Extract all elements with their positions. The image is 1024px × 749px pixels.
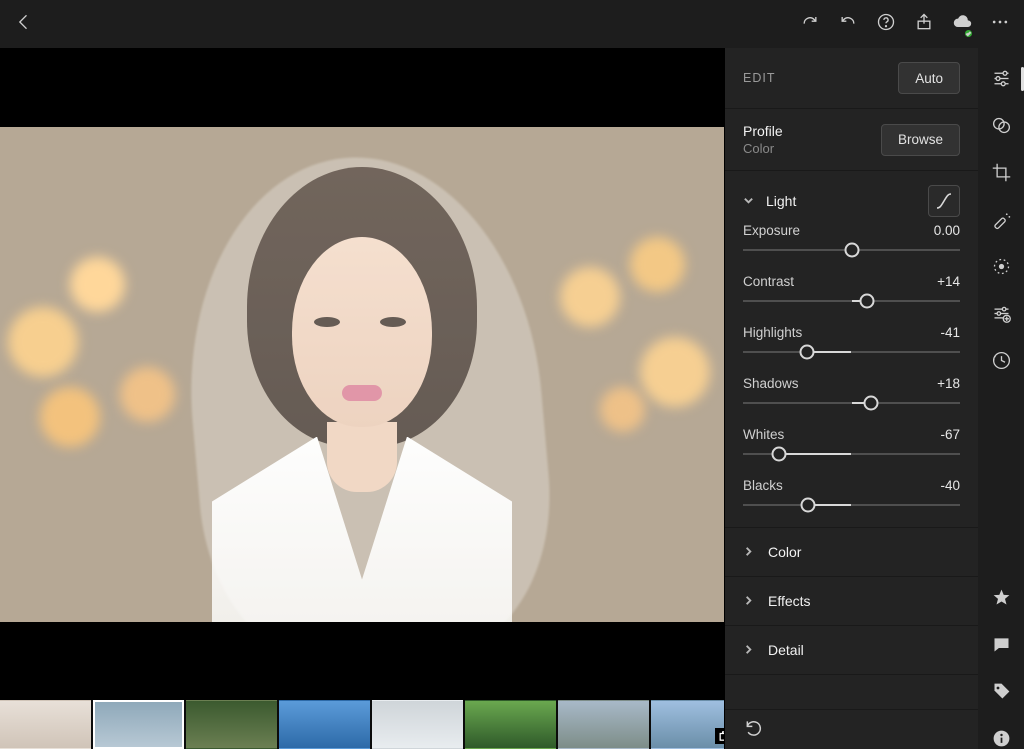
- exposure-knob[interactable]: [844, 243, 859, 258]
- panel-title: EDIT: [743, 71, 775, 85]
- blacks-value: -40: [940, 478, 960, 493]
- comments-tool[interactable]: [978, 634, 1024, 655]
- info-tool[interactable]: [978, 728, 1024, 749]
- contrast-label: Contrast: [743, 274, 794, 289]
- presets-tool[interactable]: [978, 115, 1024, 136]
- profile-value: Color: [743, 141, 783, 156]
- highlights-slider[interactable]: Highlights -41: [743, 325, 960, 360]
- image-canvas[interactable]: [0, 48, 724, 700]
- chevron-down-icon[interactable]: [743, 194, 754, 209]
- effects-label: Effects: [768, 593, 811, 609]
- browse-profile-button[interactable]: Browse: [881, 124, 960, 156]
- shadows-value: +18: [937, 376, 960, 391]
- filmstrip-thumb[interactable]: [372, 700, 463, 749]
- versions-tool[interactable]: [978, 350, 1024, 371]
- blacks-knob[interactable]: [801, 498, 816, 513]
- reset-bar: [725, 709, 978, 749]
- contrast-track[interactable]: [743, 293, 960, 309]
- edit-sliders-tool[interactable]: [978, 68, 1024, 89]
- shadows-slider[interactable]: Shadows +18: [743, 376, 960, 411]
- auto-button[interactable]: Auto: [898, 62, 960, 94]
- blacks-slider[interactable]: Blacks -40: [743, 478, 960, 513]
- share-button[interactable]: [914, 12, 934, 37]
- shadows-label: Shadows: [743, 376, 799, 391]
- effects-section-header[interactable]: Effects: [725, 577, 978, 626]
- edited-photo: [0, 127, 724, 622]
- filmstrip-thumb[interactable]: [558, 700, 649, 749]
- profile-label: Profile: [743, 123, 783, 139]
- exposure-slider[interactable]: Exposure 0.00: [743, 223, 960, 258]
- exposure-value: 0.00: [934, 223, 960, 238]
- light-section: Light Exposure 0.00 Contrast +14 Highlights -…: [725, 171, 978, 528]
- sync-ok-badge: [963, 28, 974, 39]
- rating-tool[interactable]: [978, 587, 1024, 608]
- reset-button[interactable]: [743, 718, 765, 741]
- help-button[interactable]: [876, 12, 896, 37]
- filmstrip-thumb[interactable]: [465, 700, 556, 749]
- highlights-track[interactable]: [743, 344, 960, 360]
- tone-curve-button[interactable]: [928, 185, 960, 217]
- chevron-right-icon: [743, 642, 754, 658]
- exposure-track[interactable]: [743, 242, 960, 258]
- healing-brush-tool[interactable]: [978, 209, 1024, 230]
- filmstrip-thumb[interactable]: [651, 700, 724, 749]
- contrast-knob[interactable]: [859, 294, 874, 309]
- filmstrip[interactable]: [0, 700, 724, 749]
- cloud-sync-button[interactable]: [952, 12, 972, 37]
- crop-tool[interactable]: [978, 162, 1024, 183]
- masking-tool[interactable]: [978, 256, 1024, 277]
- whites-value: -67: [940, 427, 960, 442]
- whites-track[interactable]: [743, 446, 960, 462]
- stack-icon: [715, 728, 724, 744]
- filmstrip-thumb[interactable]: [93, 700, 184, 749]
- blacks-label: Blacks: [743, 478, 783, 493]
- more-button[interactable]: [990, 12, 1010, 37]
- color-section-header[interactable]: Color: [725, 528, 978, 577]
- light-label: Light: [766, 193, 796, 209]
- top-bar: [0, 0, 1024, 48]
- detail-section-header[interactable]: Detail: [725, 626, 978, 675]
- detail-label: Detail: [768, 642, 804, 658]
- edit-panel: EDIT Auto Profile Color Browse Light Exp…: [724, 48, 978, 749]
- whites-label: Whites: [743, 427, 784, 442]
- highlights-label: Highlights: [743, 325, 802, 340]
- contrast-slider[interactable]: Contrast +14: [743, 274, 960, 309]
- back-button[interactable]: [14, 12, 34, 37]
- chevron-right-icon: [743, 593, 754, 609]
- chevron-right-icon: [743, 544, 754, 560]
- color-label: Color: [768, 544, 801, 560]
- filmstrip-thumb[interactable]: [0, 700, 91, 749]
- whites-slider[interactable]: Whites -67: [743, 427, 960, 462]
- redo-button[interactable]: [800, 12, 820, 37]
- selective-edit-tool[interactable]: [978, 303, 1024, 324]
- shadows-track[interactable]: [743, 395, 960, 411]
- blacks-track[interactable]: [743, 497, 960, 513]
- filmstrip-thumb[interactable]: [279, 700, 370, 749]
- tool-rail: [978, 48, 1024, 749]
- exposure-label: Exposure: [743, 223, 800, 238]
- filmstrip-thumb[interactable]: [186, 700, 277, 749]
- whites-knob[interactable]: [771, 447, 786, 462]
- shadows-knob[interactable]: [864, 396, 879, 411]
- contrast-value: +14: [937, 274, 960, 289]
- keywords-tool[interactable]: [978, 681, 1024, 702]
- highlights-value: -41: [940, 325, 960, 340]
- undo-button[interactable]: [838, 12, 858, 37]
- highlights-knob[interactable]: [800, 345, 815, 360]
